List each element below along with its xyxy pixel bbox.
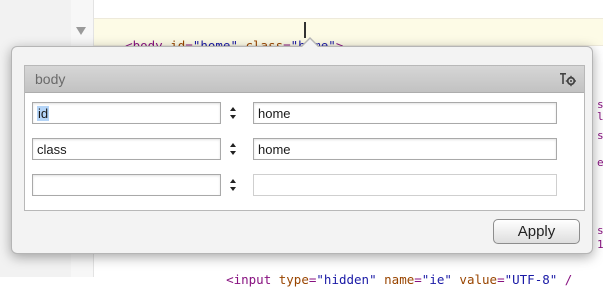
attribute-row-new xyxy=(25,174,584,200)
up-down-stepper-icon[interactable] xyxy=(229,178,237,192)
attr-name: value xyxy=(451,272,498,287)
attribute-value-field[interactable] xyxy=(253,174,557,196)
disclosure-triangle-icon[interactable] xyxy=(76,27,86,35)
attribute-value-field[interactable]: home xyxy=(253,102,557,124)
attr-value: "ie" xyxy=(421,272,452,287)
attr-value: "hidden" xyxy=(316,272,377,287)
attributes-panel: body id home class home xyxy=(24,65,585,211)
attribute-row: class home xyxy=(25,138,584,164)
text-cursor xyxy=(304,22,306,38)
tag-open: < xyxy=(226,272,234,287)
attributes-settings-icon[interactable] xyxy=(560,71,576,87)
up-down-stepper-icon[interactable] xyxy=(229,106,237,120)
attribute-row: id home xyxy=(25,102,584,128)
code-fragment: s xyxy=(597,224,603,237)
tag-tail: / xyxy=(557,272,573,287)
popover-arrow-fill xyxy=(301,39,319,48)
tag-name: input xyxy=(233,272,272,287)
code-fragment: s xyxy=(597,129,603,142)
attr-equals: = xyxy=(414,272,422,287)
up-down-stepper-icon[interactable] xyxy=(229,142,237,156)
code-fragment: e xyxy=(597,156,603,169)
attr-value: "UTF-8" xyxy=(504,272,558,287)
attr-name: name xyxy=(376,272,415,287)
attr-name: type xyxy=(271,272,309,287)
apply-button[interactable]: Apply xyxy=(493,219,580,244)
element-tag-title: body xyxy=(35,71,66,87)
attr-equals: = xyxy=(497,272,505,287)
code-fragment: l xyxy=(597,110,603,123)
attribute-name-field[interactable]: class xyxy=(32,138,221,160)
attribute-name-field[interactable] xyxy=(32,174,221,196)
code-fragment: 1 xyxy=(597,238,603,251)
attribute-name-field[interactable]: id xyxy=(32,102,221,124)
selected-text: id xyxy=(37,106,50,121)
input-tag-line[interactable]: <input type="hidden" name="ie" value="UT… xyxy=(211,257,572,287)
attribute-editor-popover: body id home class home Apply xyxy=(11,37,593,254)
attribute-value-field[interactable]: home xyxy=(253,138,557,160)
panel-header: body xyxy=(25,66,584,93)
